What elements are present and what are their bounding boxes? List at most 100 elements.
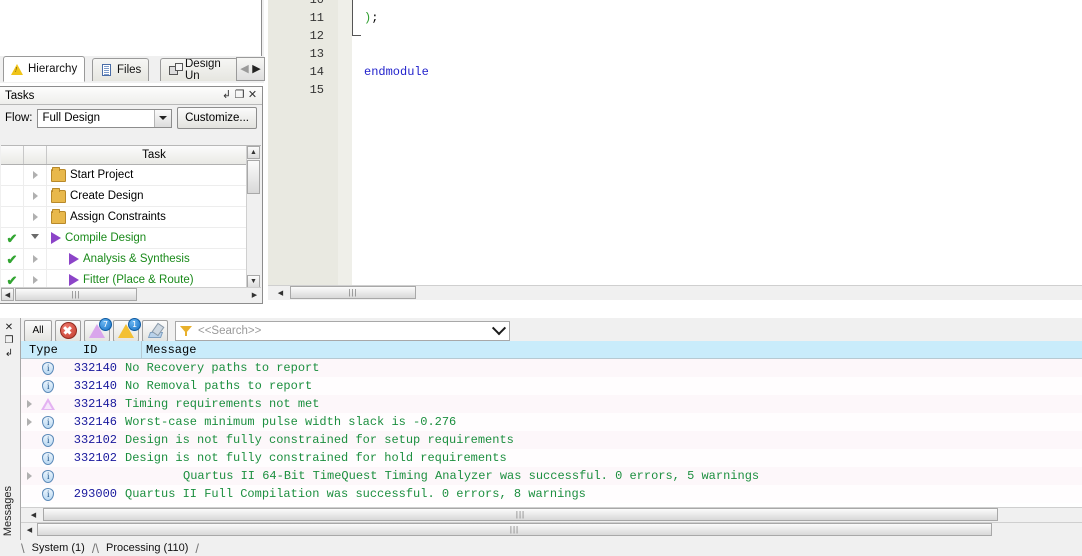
scroll-left-icon[interactable]: ◀ [1, 288, 14, 301]
tab-separator: / [195, 540, 200, 556]
column-header-type: Type [29, 342, 58, 357]
messages-outer-hscroll-track[interactable]: ◀ ||| [21, 522, 1082, 539]
messages-close-icon[interactable]: ✕ [0, 321, 18, 334]
chevron-right-icon[interactable] [32, 192, 38, 200]
play-icon [51, 232, 61, 244]
filter-all-button[interactable]: All [24, 319, 52, 342]
task-expander[interactable] [24, 270, 47, 288]
close-icon[interactable]: ✕ [246, 89, 259, 102]
tasks-vertical-scrollbar[interactable]: ▲ ▼ [246, 146, 261, 288]
task-row[interactable]: Create Design [1, 186, 261, 207]
message-row[interactable]: i Quartus II 64-Bit TimeQuest Timing Anal… [21, 467, 1082, 485]
task-expander[interactable] [24, 186, 47, 206]
message-row[interactable]: i 332140 No Removal paths to report [21, 377, 1082, 395]
scroll-up-icon[interactable]: ▲ [247, 146, 260, 159]
task-status-check: ✔ [1, 270, 24, 288]
tasks-check-column-header [1, 146, 24, 164]
chevron-down-icon[interactable] [154, 109, 172, 127]
chevron-right-icon[interactable] [32, 171, 38, 179]
chevron-down-icon[interactable] [31, 233, 39, 243]
code-line: 11); [268, 9, 1082, 27]
message-text: No Recovery paths to report [125, 361, 320, 375]
filter-critical-warnings-button[interactable]: 7 [84, 317, 112, 342]
chevron-right-icon[interactable] [32, 213, 38, 221]
search-dropdown-icon[interactable] [491, 320, 507, 339]
message-row[interactable]: i 293000 Quartus II Full Compilation was s… [21, 485, 1082, 503]
messages-outer-scroll-left-icon[interactable]: ◀ [23, 523, 36, 536]
tasks-hscroll-thumb[interactable]: ||| [15, 288, 137, 301]
messages-pin-icon[interactable]: ↲ [0, 347, 18, 360]
customize-button[interactable]: Customize... [177, 107, 257, 129]
editor-horizontal-scrollbar[interactable]: ◀ ||| [268, 285, 1082, 300]
chevron-right-icon[interactable] [26, 418, 32, 426]
tab-design-units[interactable]: Design Un [160, 58, 238, 81]
task-status-check [1, 165, 24, 185]
message-row[interactable]: i 332140 No Recovery paths to report [21, 359, 1082, 377]
message-expander[interactable] [21, 418, 37, 426]
flow-label: Flow: [5, 112, 33, 124]
task-expander[interactable] [24, 228, 47, 248]
critical-warning-icon [41, 398, 55, 410]
task-row[interactable]: ✔ Fitter (Place & Route) [1, 270, 261, 288]
messages-inner-hscroll[interactable]: ◀ ||| [21, 507, 1082, 522]
chevron-right-icon[interactable] [32, 276, 38, 284]
task-status-check [1, 186, 24, 206]
messages-outer-hscroll-thumb[interactable]: ||| [37, 523, 992, 536]
filter-warnings-button[interactable]: 1 [113, 317, 141, 342]
message-id: 293000 [73, 487, 117, 501]
code-text: ); [364, 11, 379, 25]
chevron-right-icon[interactable] [26, 472, 32, 480]
tab-hierarchy[interactable]: Hierarchy [3, 56, 86, 82]
flow-dropdown[interactable]: Full Design [37, 108, 173, 128]
editor-lines: 10 11); 12 13 14 endmodule 15 [268, 0, 1082, 99]
message-row[interactable]: i 332102 Design is not fully constrained f… [21, 431, 1082, 449]
task-row[interactable]: ✔ Compile Design [1, 228, 261, 249]
task-status-check: ✔ [1, 228, 24, 248]
tasks-title-bar: Tasks ↲ ❐ ✕ [0, 87, 262, 105]
messages-search-box[interactable]: <<Search>> [175, 320, 510, 341]
message-row[interactable]: i 332102 Design is not fully constrained f… [21, 449, 1082, 467]
task-expander[interactable] [24, 249, 47, 269]
tasks-task-column-header: Task [142, 149, 166, 161]
bottom-tab-system[interactable]: System (1) [25, 540, 92, 556]
task-name-cell: Compile Design [47, 232, 261, 244]
tab-scroll-left-icon[interactable]: ◀ [239, 63, 251, 74]
chevron-right-icon[interactable] [32, 255, 38, 263]
float-icon[interactable]: ❐ [233, 89, 246, 102]
scroll-right-icon[interactable]: ▶ [248, 288, 261, 301]
editor-hscroll-thumb[interactable]: ||| [290, 286, 416, 299]
task-expander[interactable] [24, 165, 47, 185]
filter-errors-button[interactable] [55, 319, 81, 342]
tab-files[interactable]: Files [92, 58, 150, 81]
message-expander[interactable] [21, 472, 37, 480]
tab-scroll-right-icon[interactable]: ▶ [251, 63, 263, 74]
editor-scroll-left-icon[interactable]: ◀ [274, 286, 287, 299]
tasks-tree-header: Task [1, 146, 261, 165]
task-row[interactable]: Start Project [1, 165, 261, 186]
filter-info-button[interactable] [142, 319, 168, 342]
task-name-cell: Assign Constraints [47, 208, 261, 224]
message-text: Quartus II Full Compilation was successf… [125, 487, 586, 501]
tasks-expander-column-header [24, 146, 47, 164]
bottom-tab-processing[interactable]: Processing (110) [99, 540, 195, 556]
messages-inner-scroll-left-icon[interactable]: ◀ [27, 508, 40, 521]
messages-float-icon[interactable]: ❐ [0, 334, 18, 347]
task-label: Compile Design [65, 232, 147, 244]
task-expander[interactable] [24, 207, 47, 227]
message-expander[interactable] [21, 400, 37, 408]
tab-scroll-buttons[interactable]: ◀ ▶ [236, 57, 265, 81]
messages-inner-hscroll-thumb[interactable]: ||| [43, 508, 998, 521]
task-row[interactable]: ✔ Analysis & Synthesis [1, 249, 261, 270]
chevron-right-icon[interactable] [26, 400, 32, 408]
pin-icon[interactable]: ↲ [220, 89, 233, 102]
messages-outer-hscroll[interactable]: ◀ ||| [21, 522, 1082, 539]
task-row[interactable]: Assign Constraints [1, 207, 261, 228]
tasks-scroll-thumb[interactable] [247, 160, 260, 194]
message-row[interactable]: i 332146 Worst-case minimum pulse width sl… [21, 413, 1082, 431]
check-icon: ✔ [6, 251, 18, 267]
code-editor[interactable]: 10 11); 12 13 14 endmodule 15 ◀ ||| [268, 0, 1082, 300]
play-icon [69, 253, 79, 265]
message-row[interactable]: 332148 Timing requirements not met [21, 395, 1082, 413]
line-number: 13 [309, 47, 324, 61]
tasks-horizontal-scrollbar[interactable]: ◀ ||| ▶ [1, 287, 261, 302]
